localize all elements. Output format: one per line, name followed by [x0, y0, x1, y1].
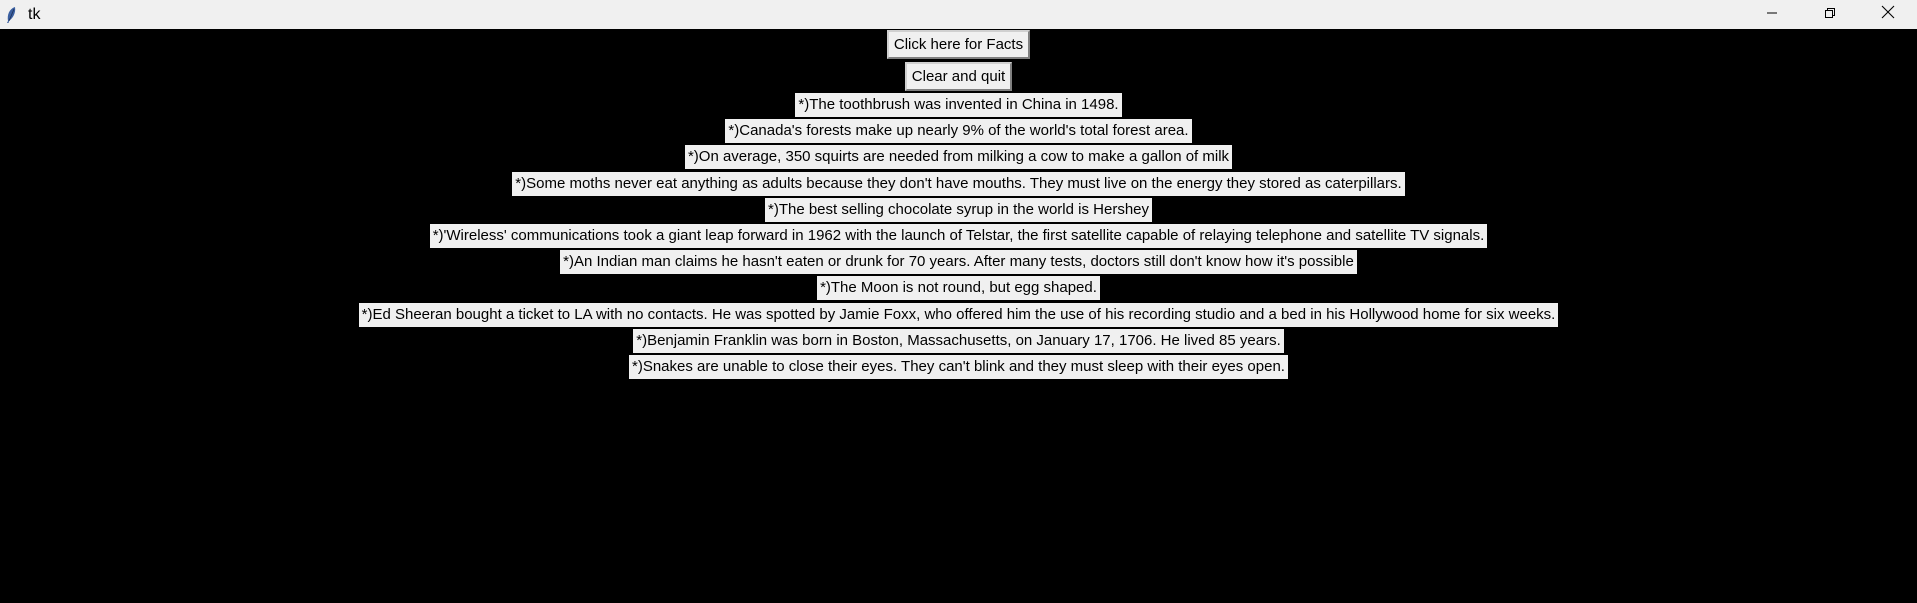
minimize-icon — [1766, 6, 1778, 24]
close-button[interactable] — [1859, 0, 1917, 29]
fact-label: *)Snakes are unable to close their eyes.… — [629, 354, 1288, 379]
fact-label: *)Canada's forests make up nearly 9% of … — [725, 119, 1192, 144]
clear-quit-button[interactable]: Clear and quit — [904, 62, 1013, 91]
fact-label: *)Some moths never eat anything as adult… — [512, 171, 1405, 196]
window-title: tk — [28, 5, 41, 23]
minimize-button[interactable] — [1743, 0, 1801, 29]
fact-label: *)The best selling chocolate syrup in th… — [764, 197, 1152, 222]
fact-label: *)Ed Sheeran bought a ticket to LA with … — [358, 302, 1559, 327]
fact-label: *)Benjamin Franklin was born in Boston, … — [633, 328, 1284, 353]
window-controls — [1743, 0, 1917, 29]
fact-label: *)The toothbrush was invented in China i… — [795, 93, 1122, 117]
facts-button[interactable]: Click here for Facts — [886, 30, 1031, 59]
fact-label: *)On average, 350 squirts are needed fro… — [684, 145, 1233, 170]
facts-list: *)The toothbrush was invented in China i… — [358, 93, 1559, 381]
fact-label: *)An Indian man claims he hasn't eaten o… — [560, 250, 1357, 275]
fact-label: *)'Wireless' communications took a giant… — [429, 223, 1488, 248]
restore-icon — [1824, 6, 1836, 24]
restore-button[interactable] — [1801, 0, 1859, 29]
feather-icon — [4, 6, 18, 24]
fact-label: *)The Moon is not round, but egg shaped. — [817, 276, 1100, 301]
main-content: Click here for Facts Clear and quit *)Th… — [0, 29, 1917, 603]
title-bar[interactable]: tk — [0, 0, 1917, 29]
app-window: tk Click here for Facts Clear and quit *… — [0, 0, 1917, 603]
close-icon — [1881, 5, 1895, 24]
